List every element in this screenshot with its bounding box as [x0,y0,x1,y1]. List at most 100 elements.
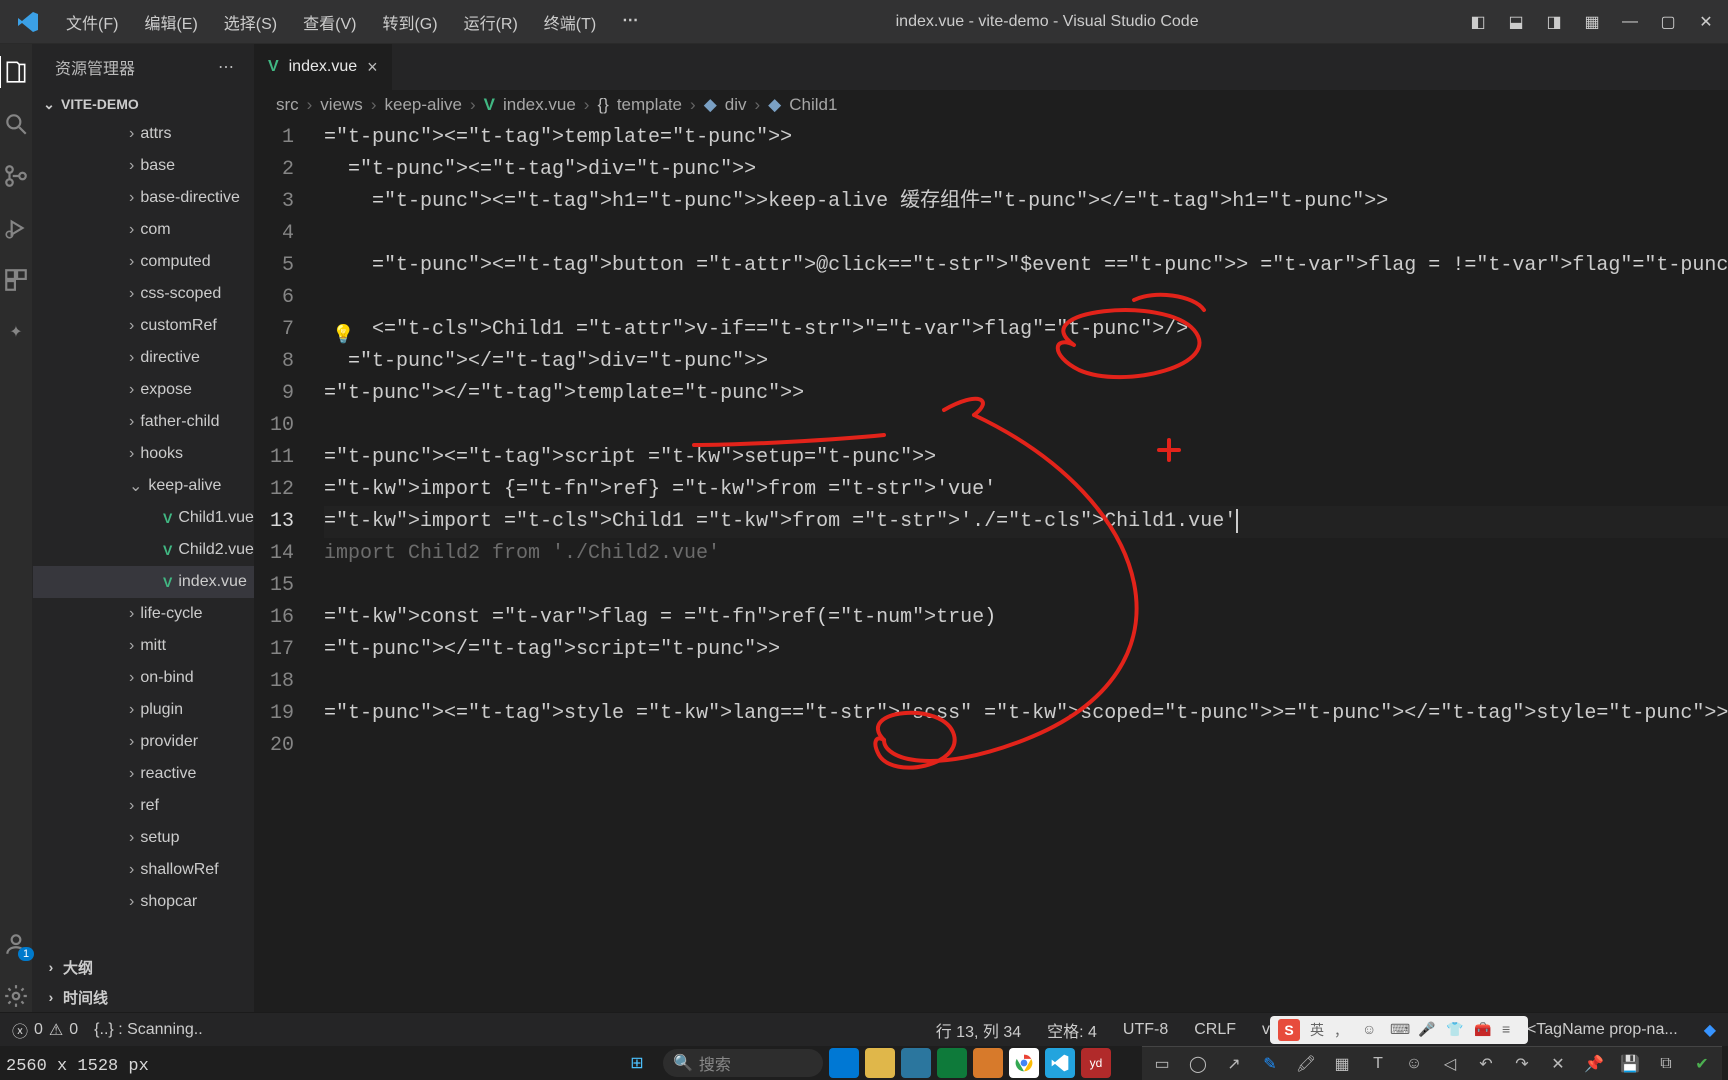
tree-folder-customRef[interactable]: ›customRef [33,310,254,342]
tree-folder-life-cycle[interactable]: ›life-cycle [33,598,254,630]
breadcrumb-item[interactable]: src [276,95,299,115]
status-encoding[interactable]: UTF-8 [1123,1021,1168,1039]
menu-goto[interactable]: 转到(G) [382,10,437,34]
taskbar-app-youdao[interactable]: yd [1081,1048,1111,1078]
menu-run[interactable]: 运行(R) [464,10,518,34]
status-indent[interactable]: 空格: 4 [1047,1018,1097,1042]
lightbulb-icon[interactable]: 💡 [332,320,354,352]
snip-copy-icon[interactable]: ⧉ [1656,1054,1676,1074]
snip-mosaic-icon[interactable]: ▦ [1332,1054,1352,1074]
tree-folder-base[interactable]: ›base [33,150,254,182]
window-maximize-icon[interactable]: ▢ [1658,12,1678,32]
sidebar-more-icon[interactable]: ⋯ [218,57,236,77]
taskbar-search[interactable]: 🔍 搜索 [663,1049,823,1077]
window-minimize-icon[interactable]: ― [1620,12,1640,32]
status-bell-icon[interactable]: ◆ [1704,1020,1716,1040]
tree-folder-hooks[interactable]: ›hooks [33,438,254,470]
tree-file-Child2.vue[interactable]: VChild2.vue [33,534,254,566]
snip-eraser-icon[interactable]: ◁ [1440,1054,1460,1074]
tree-folder-directive[interactable]: ›directive [33,342,254,374]
tab-index-vue[interactable]: V index.vue × [254,44,393,90]
snip-marker-icon[interactable]: 🖍 [1296,1054,1316,1074]
activity-genie-icon[interactable]: ✦ [0,316,32,348]
activity-account-icon[interactable]: 1 [0,928,32,960]
status-lncol[interactable]: 行 13, 列 34 [936,1018,1021,1042]
taskbar-app-terminal[interactable] [901,1048,931,1078]
menu-select[interactable]: 选择(S) [224,10,277,34]
layout-right-icon[interactable]: ◨ [1544,12,1564,32]
menu-file[interactable]: 文件(F) [66,10,118,34]
menu-edit[interactable]: 编辑(E) [144,10,197,34]
activity-debug-icon[interactable] [0,212,32,244]
ime-voice-icon[interactable]: 🎤 [1418,1021,1436,1039]
snip-save-icon[interactable]: 💾 [1620,1054,1640,1074]
tree-folder-setup[interactable]: ›setup [33,822,254,854]
snip-text-icon[interactable]: T [1368,1054,1388,1074]
snip-line-icon[interactable]: ↗ [1224,1054,1244,1074]
breadcrumb-item[interactable]: template [617,95,682,115]
snip-rect-icon[interactable]: ▭ [1152,1054,1172,1074]
snip-cancel-icon[interactable]: ✕ [1548,1054,1568,1074]
tree-folder-base-directive[interactable]: ›base-directive [33,182,254,214]
status-eol[interactable]: CRLF [1194,1021,1236,1039]
snip-sticker-icon[interactable]: ☺ [1404,1054,1424,1074]
ime-emoji-icon[interactable]: ☺ [1362,1021,1380,1039]
menu-view[interactable]: 查看(V) [303,10,356,34]
tree-folder-father-child[interactable]: ›father-child [33,406,254,438]
breadcrumb-item[interactable]: keep-alive [384,95,462,115]
section-timeline[interactable]: › 时间线 [33,982,254,1012]
menu-more-icon[interactable]: ⋯ [622,10,638,34]
taskbar-app-folder[interactable] [865,1048,895,1078]
tree-folder-plugin[interactable]: ›plugin [33,694,254,726]
layout-grid-icon[interactable]: ▦ [1582,12,1602,32]
code-content[interactable]: ="t-punc"><="t-tag">template="t-punc">> … [324,120,1728,1012]
tree-folder-keep-alive[interactable]: ⌄keep-alive [33,470,254,502]
breadcrumb[interactable]: src› views› keep-alive› V index.vue› {} … [254,90,1728,120]
tree-folder-on-bind[interactable]: ›on-bind [33,662,254,694]
status-errors[interactable]: ⓧ 0 ⚠ 0 [12,1018,78,1042]
activity-extensions-icon[interactable] [0,264,32,296]
snip-redo-icon[interactable]: ↷ [1512,1054,1532,1074]
taskbar-app-explorer[interactable] [829,1048,859,1078]
tree-folder-attrs[interactable]: ›attrs [33,118,254,150]
tab-close-icon[interactable]: × [367,57,378,78]
breadcrumb-item[interactable]: index.vue [503,95,576,115]
start-icon[interactable]: ⊞ [617,1048,657,1078]
activity-search-icon[interactable] [0,108,32,140]
section-outline[interactable]: › 大纲 [33,952,254,982]
tree-folder-expose[interactable]: ›expose [33,374,254,406]
ime-toolbox-icon[interactable]: 🧰 [1474,1021,1492,1039]
ime-skin-icon[interactable]: 👕 [1446,1021,1464,1039]
breadcrumb-item[interactable]: views [320,95,363,115]
tree-folder-mitt[interactable]: ›mitt [33,630,254,662]
snip-undo-icon[interactable]: ↶ [1476,1054,1496,1074]
layout-left-icon[interactable]: ◧ [1468,12,1488,32]
activity-explorer-icon[interactable] [0,56,31,88]
tree-file-Child1.vue[interactable]: VChild1.vue [33,502,254,534]
sogou-logo-icon[interactable]: S [1278,1019,1300,1041]
menu-terminal[interactable]: 终端(T) [544,10,596,34]
ime-toolbar[interactable]: S 英 ， ☺ ⌨ 🎤 👕 🧰 ≡ [1270,1016,1528,1044]
ime-punct-icon[interactable]: ， [1334,1021,1352,1039]
tree-folder-computed[interactable]: ›computed [33,246,254,278]
taskbar-app-vscode[interactable] [1045,1048,1075,1078]
taskbar-app-ppt[interactable] [973,1048,1003,1078]
activity-settings-icon[interactable] [0,980,32,1012]
tree-folder-com[interactable]: ›com [33,214,254,246]
code-editor[interactable]: 1234567891011121314151617181920 ="t-punc… [254,120,1728,1012]
snip-pin-icon[interactable]: 📌 [1584,1054,1604,1074]
tree-folder-shopcar[interactable]: ›shopcar [33,886,254,918]
status-vetur-tagname[interactable]: <TagName prop-na... [1527,1021,1678,1039]
status-scanning[interactable]: {..} : Scanning.. [94,1021,203,1039]
activity-scm-icon[interactable] [0,160,32,192]
snip-confirm-icon[interactable]: ✔ [1692,1054,1712,1074]
window-close-icon[interactable]: ✕ [1696,12,1716,32]
ime-lang[interactable]: 英 [1310,1020,1324,1040]
sidebar-root[interactable]: ⌄ VITE-DEMO [33,90,254,118]
layout-bottom-icon[interactable]: ⬓ [1506,12,1526,32]
snip-ellipse-icon[interactable]: ◯ [1188,1054,1208,1074]
ime-keyboard-icon[interactable]: ⌨ [1390,1021,1408,1039]
ime-menu-icon[interactable]: ≡ [1502,1021,1520,1039]
tree-folder-shallowRef[interactable]: ›shallowRef [33,854,254,886]
tree-folder-ref[interactable]: ›ref [33,790,254,822]
